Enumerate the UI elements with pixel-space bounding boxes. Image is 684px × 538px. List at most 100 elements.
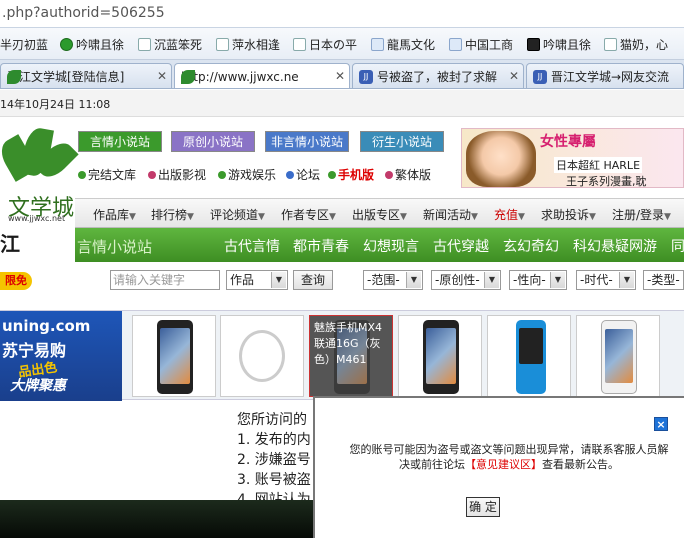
notice-body: 您所访问的 1. 发布的内 2. 涉嫌盗号 3. 账号被盗 4. 网站认为 [237,410,311,510]
dialog-message: 您的账号可能因为盗号或盗文等问题出现异常，请联系客服人员解决或前往论坛【意见建议… [349,443,669,471]
nav-rankings[interactable]: 排行榜▼ [151,206,194,223]
search-row: 限免 请输入关键字 作品 ▼ 查询 -范围- ▼ -原创性- ▼ -性向- ▼ -时代-… [0,266,684,296]
bookmark-icon [138,38,151,51]
filter-type[interactable]: -类型- [643,270,684,290]
nav-works[interactable]: 作品库▼ [93,206,136,223]
date-bar: 14年10月24日 11:08 [0,90,684,117]
dark-background [0,500,315,538]
suggestion-link[interactable]: 【意见建议区】 [465,458,542,471]
nav-login[interactable]: 注册/登录▼ [612,206,671,223]
bookmark-item[interactable]: 日本の平 [293,36,357,53]
ok-button[interactable]: 确 定 [466,497,500,517]
nav-reviews[interactable]: 评论频道▼ [210,206,265,223]
search-type-select[interactable]: 作品 ▼ [226,270,288,290]
alert-dialog: × 您的账号可能因为盗号或盗文等问题出现异常，请联系客服人员解决或前往论坛【意见… [313,396,684,538]
bookmark-item[interactable]: 龍馬文化 [371,36,435,53]
genre-fantasy-modern[interactable]: 幻想现言 [363,236,419,256]
filter-scope[interactable]: -范围- ▼ [363,270,423,290]
phone-image [423,320,459,394]
ad-product[interactable] [576,315,660,397]
genre-scifi[interactable]: 科幻悬疑网游 [573,236,657,256]
category-non-romance[interactable]: 非言情小说站 [265,131,349,152]
link-games[interactable]: 游戏娱乐 [218,166,276,183]
link-publishing[interactable]: 出版影视 [148,166,206,183]
ad-product[interactable] [487,315,571,397]
tab-jjwxc-active[interactable]: http://www.jjwxc.ne ✕ [174,63,350,88]
link-forum[interactable]: 论坛 [286,166,320,183]
ad-product-name: 魅族手机MX4 联通16G（灰色）M461 [314,321,383,366]
banner-title: 女性專屬 [540,134,596,150]
bookmark-item[interactable]: 半刃初蓝 [0,36,48,53]
category-romance[interactable]: 言情小说站 [78,131,162,152]
nav-help[interactable]: 求助投诉▼ [541,206,596,223]
bookmark-item[interactable]: 吟啸且徐 [527,36,591,53]
bookmark-item[interactable]: 猫奶，心 [604,36,668,53]
chevron-down-icon: ▼ [129,212,136,222]
nav-publishing[interactable]: 出版专区▼ [352,206,407,223]
suning-ad[interactable]: uning.com 苏宁易购 品出色 大牌聚惠 [0,311,122,401]
link-mobile[interactable]: 手机版 [328,166,374,183]
tab-account-stolen[interactable]: JJ 号被盗了，被封了求解 ✕ [352,63,524,88]
nav-recharge[interactable]: 充值▼ [494,206,525,223]
bookmark-icon [527,38,540,51]
bullet-icon [286,170,294,179]
link-finished-library[interactable]: 完结文库 [78,166,136,183]
phone-image [601,320,637,394]
close-tab-icon[interactable]: ✕ [335,69,345,83]
nav-news[interactable]: 新闻活动▼ [423,206,478,223]
ad-strip[interactable]: uning.com 苏宁易购 品出色 大牌聚惠 魅族手机MX4 联通16G（灰色… [0,310,684,401]
banner-illustration [466,131,536,187]
ad-product[interactable] [220,315,304,397]
jjwxc-leaf-icon [181,70,195,84]
chevron-down-icon: ▼ [329,212,336,222]
category-derivative[interactable]: 衍生小说站 [360,131,444,152]
free-badge[interactable]: 限免 [0,272,32,290]
genre-ancient-romance[interactable]: 古代言情 [224,236,280,256]
bullet-icon [78,170,86,179]
ad-product-highlighted[interactable]: 魅族手机MX4 联通16G（灰色）M461 [309,315,393,397]
chevron-down-icon: ▼ [664,212,671,222]
tab-jjwxc-login[interactable]: 晋江文学城[登陆信息] ✕ [0,63,172,88]
site-logo[interactable]: 文学城 www.jjwxc.net 江 [0,126,79,256]
filter-originality[interactable]: -原创性- ▼ [431,270,501,290]
bookmark-item[interactable]: 萍水相逢 [216,36,280,53]
filter-era[interactable]: -时代- ▼ [576,270,636,290]
filter-orientation[interactable]: -性向- ▼ [509,270,567,290]
genre-bar: 言情小说站 古代言情 都市青春 幻想现言 古代穿越 玄幻奇幻 科幻悬疑网游 同 [75,228,684,262]
bookmark-item[interactable]: 中国工商 [449,36,513,53]
tab-strip: 晋江文学城[登陆信息] ✕ http://www.jjwxc.ne ✕ JJ 号… [0,60,684,89]
bullet-icon [385,170,393,179]
close-icon[interactable]: × [654,417,668,431]
link-traditional[interactable]: 繁体版 [385,166,431,183]
address-bar[interactable]: .php?authorid=506255 [0,0,684,28]
bookmark-item[interactable]: 沉蓝笨死 [138,36,202,53]
genre-fantasy[interactable]: 玄幻奇幻 [503,236,559,256]
chevron-down-icon: ▼ [518,212,525,222]
logo-url: www.jjwxc.net [8,214,66,223]
chevron-down-icon: ▼ [589,212,596,222]
phone-image [157,320,193,394]
logo-char: 江 [0,232,20,256]
genre-urban-youth[interactable]: 都市青春 [293,236,349,256]
category-original[interactable]: 原创小说站 [171,131,255,152]
notice-line: 1. 发布的内 [237,432,311,448]
bookmark-item[interactable]: 吟啸且徐 [60,36,124,53]
ad-slogan-2: 大牌聚惠 [10,378,66,394]
nav-author-zone[interactable]: 作者专区▼ [281,206,336,223]
address-url[interactable]: .php?authorid=506255 [2,5,165,21]
close-tab-icon[interactable]: ✕ [509,69,519,83]
ad-product[interactable] [398,315,482,397]
genre-ancient-travel[interactable]: 古代穿越 [433,236,489,256]
bookmark-icon [371,38,384,51]
close-tab-icon[interactable]: ✕ [157,69,167,83]
chevron-down-icon: ▼ [484,272,499,288]
ad-product[interactable] [132,315,216,397]
promo-banner[interactable]: 女性專屬 日本超紅 HARLE 王子系列漫畫,耽 [461,128,684,188]
forum-icon: JJ [359,69,373,84]
genre-bar-title: 言情小说站 [77,238,153,256]
search-button[interactable]: 查询 [293,270,333,290]
genre-same[interactable]: 同 [671,236,684,256]
chevron-down-icon: ▼ [271,272,286,288]
tab-jjwxc-forum[interactable]: JJ 晋江文学城→网友交流 [526,63,684,88]
keyword-input[interactable]: 请输入关键字 [110,270,220,290]
